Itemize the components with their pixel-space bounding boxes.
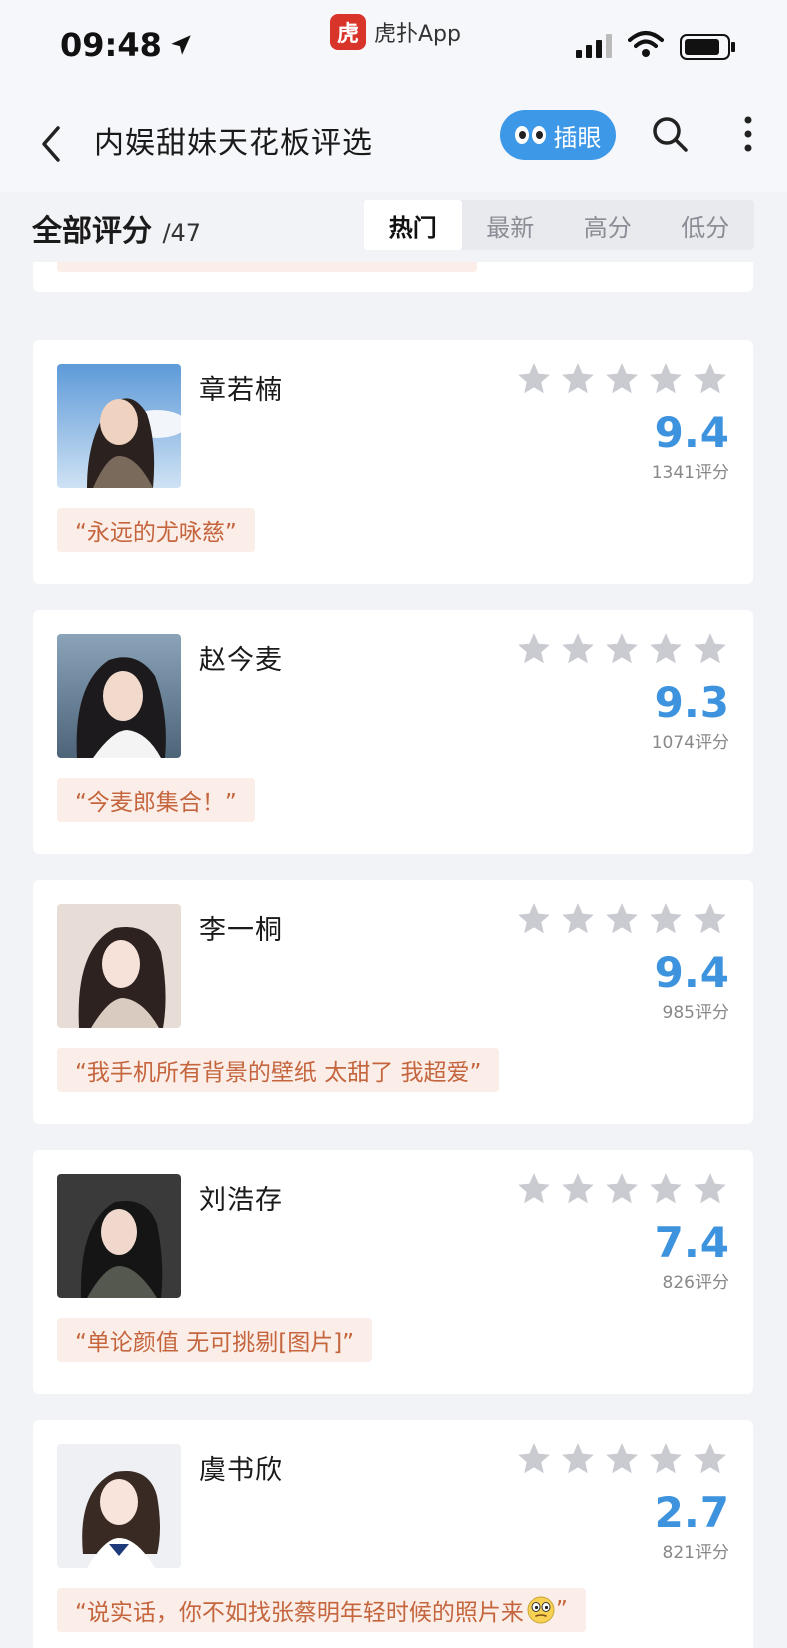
star-icon[interactable] <box>691 900 729 938</box>
star-icon[interactable] <box>559 630 597 668</box>
entry-score: 9.4 <box>654 948 729 997</box>
all-ratings-heading: 全部评分 /47 <box>32 206 201 250</box>
star-icon[interactable] <box>691 360 729 398</box>
entry-score: 9.4 <box>654 408 729 457</box>
top-comment-end: ” <box>555 1597 568 1623</box>
page-title: 内娱甜妹天花板评选 <box>94 126 373 161</box>
star-icon[interactable] <box>647 360 685 398</box>
star-icon[interactable] <box>647 1440 685 1478</box>
star-icon[interactable] <box>515 900 553 938</box>
top-comment[interactable]: “我手机所有背景的壁纸 太甜了 我超爱” <box>57 1048 500 1092</box>
entry-name: 刘浩存 <box>199 1185 283 1216</box>
star-rating[interactable] <box>515 630 729 668</box>
peek-button-label: 插眼 <box>553 123 602 152</box>
star-rating[interactable] <box>515 900 729 938</box>
tab-low-score[interactable]: 低分 <box>657 200 755 250</box>
entry-rating-count: 826评分 <box>662 1273 729 1293</box>
eyes-icon <box>514 126 546 144</box>
star-icon[interactable] <box>603 630 641 668</box>
top-comment[interactable]: “单论颜值 无可挑剔[图片]” <box>57 1318 373 1362</box>
comment-partial <box>57 262 477 272</box>
sort-tabs: 热门 最新 高分 低分 <box>364 200 754 250</box>
entry-name: 赵今麦 <box>199 645 283 676</box>
star-icon[interactable] <box>647 1170 685 1208</box>
filter-header: 全部评分 /47 热门 最新 高分 低分 <box>0 192 787 262</box>
all-ratings-count: /47 <box>162 219 202 247</box>
thinking-emoji-icon <box>527 1596 555 1624</box>
avatar <box>57 634 181 758</box>
app-name: 虎扑App <box>374 22 461 47</box>
entry-score: 9.3 <box>654 678 729 727</box>
star-icon[interactable] <box>515 630 553 668</box>
entry-name: 李一桐 <box>199 915 283 946</box>
star-icon[interactable] <box>559 1170 597 1208</box>
star-icon[interactable] <box>691 1440 729 1478</box>
all-ratings-label: 全部评分 <box>32 214 152 249</box>
star-icon[interactable] <box>603 360 641 398</box>
star-icon[interactable] <box>691 630 729 668</box>
star-rating[interactable] <box>515 1170 729 1208</box>
search-icon[interactable] <box>648 112 692 156</box>
entry-name: 虞书欣 <box>199 1455 283 1486</box>
entry-rating-count: 985评分 <box>662 1003 729 1023</box>
top-comment[interactable]: “今麦郎集合！” <box>57 778 255 822</box>
star-icon[interactable] <box>603 900 641 938</box>
star-icon[interactable] <box>559 360 597 398</box>
entry-score: 7.4 <box>654 1218 729 1267</box>
peek-button[interactable]: 插眼 <box>500 110 616 160</box>
tab-latest[interactable]: 最新 <box>462 200 560 250</box>
entry-name: 章若楠 <box>199 375 283 406</box>
list-item-partial[interactable] <box>33 262 753 292</box>
wifi-icon <box>628 31 664 57</box>
list-item[interactable]: 赵今麦 9.3 1074评分 “今麦郎集合！” <box>33 610 753 854</box>
star-icon[interactable] <box>515 1170 553 1208</box>
star-icon[interactable] <box>603 1440 641 1478</box>
top-comment-text: “说实话，你不如找张蔡明年轻时候的照片来 <box>75 1600 524 1626</box>
app-badge[interactable]: 虎 虎扑App <box>330 14 461 50</box>
star-icon[interactable] <box>647 630 685 668</box>
back-arrow-icon[interactable] <box>32 116 72 172</box>
entry-rating-count: 1074评分 <box>651 733 729 753</box>
star-icon[interactable] <box>559 1440 597 1478</box>
star-icon[interactable] <box>691 1170 729 1208</box>
cellular-signal-icon <box>576 34 612 58</box>
list-item[interactable]: 刘浩存 7.4 826评分 “单论颜值 无可挑剔[图片]” <box>33 1150 753 1394</box>
tab-high-score[interactable]: 高分 <box>559 200 657 250</box>
entry-rating-count: 821评分 <box>662 1543 729 1563</box>
avatar <box>57 1444 181 1568</box>
nav-bar: 内娱甜妹天花板评选 插眼 <box>0 96 787 192</box>
entry-score: 2.7 <box>654 1488 729 1537</box>
star-rating[interactable] <box>515 360 729 398</box>
star-icon[interactable] <box>515 360 553 398</box>
top-comment[interactable]: “永远的尤咏慈” <box>57 508 255 552</box>
star-icon[interactable] <box>515 1440 553 1478</box>
battery-icon <box>680 34 735 60</box>
status-time: 09:48 <box>60 26 162 64</box>
status-bar: 09:48 虎 虎扑App <box>0 0 787 96</box>
location-arrow-icon <box>171 35 191 55</box>
avatar <box>57 1174 181 1298</box>
avatar <box>57 904 181 1028</box>
top-comment[interactable]: “说实话，你不如找张蔡明年轻时候的照片来 ” <box>57 1588 586 1632</box>
list-item[interactable]: 李一桐 9.4 985评分 “我手机所有背景的壁纸 太甜了 我超爱” <box>33 880 753 1124</box>
star-icon[interactable] <box>647 900 685 938</box>
avatar <box>57 364 181 488</box>
more-vertical-icon[interactable] <box>738 112 758 156</box>
list-item[interactable]: 虞书欣 2.7 821评分 “说实话，你不如找张蔡明年轻时候的照片来 ” <box>33 1420 753 1648</box>
list-item[interactable]: 章若楠 9.4 1341评分 “永远的尤咏慈” <box>33 340 753 584</box>
tab-hot[interactable]: 热门 <box>364 200 462 250</box>
entry-rating-count: 1341评分 <box>651 463 729 483</box>
rating-list: 章若楠 9.4 1341评分 “永远的尤咏慈” 赵今麦 9.3 1074评分 “… <box>0 262 787 1648</box>
app-logo: 虎 <box>330 14 366 50</box>
star-icon[interactable] <box>603 1170 641 1208</box>
star-rating[interactable] <box>515 1440 729 1478</box>
star-icon[interactable] <box>559 900 597 938</box>
